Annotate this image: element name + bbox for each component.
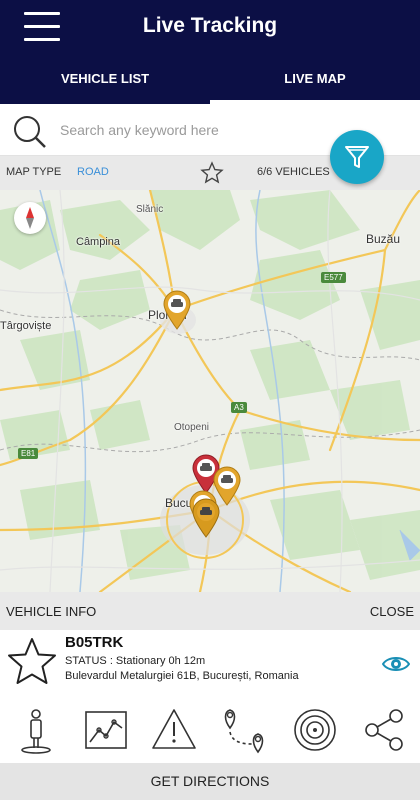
road-label: A3 — [231, 402, 247, 413]
live-map[interactable]: Slănic Câmpina Buzău Târgoviște Ploiești… — [0, 190, 420, 592]
geofence-icon[interactable] — [291, 706, 339, 754]
city-label: Câmpina — [76, 236, 121, 248]
page-title: Live Tracking — [142, 14, 278, 37]
tab-vehicle-list[interactable]: VEHICLE LIST — [0, 62, 210, 104]
vehicle-marker-ploiesti[interactable] — [162, 290, 192, 330]
road-label: E577 — [321, 272, 346, 283]
search-icon[interactable] — [12, 114, 48, 150]
filter-funnel-icon — [345, 146, 369, 168]
city-label: Buzău — [366, 232, 401, 246]
vehicle-marker-bucuresti-3[interactable] — [191, 498, 221, 538]
vehicles-count: 6/6 VEHICLES — [257, 166, 330, 178]
city-label: Târgoviște — [0, 320, 52, 332]
compass-icon[interactable] — [14, 202, 46, 234]
vehicle-actions — [0, 700, 420, 762]
map-type-label: MAP TYPE — [6, 166, 62, 178]
tab-live-map[interactable]: LIVE MAP — [210, 62, 420, 104]
alert-icon[interactable] — [150, 706, 198, 754]
get-directions-button[interactable]: GET DIRECTIONS — [0, 763, 420, 800]
share-icon[interactable] — [360, 706, 408, 754]
app-header: Live Tracking VEHICLE LIST LIVE MAP — [0, 0, 420, 104]
vehicle-name: B05TRK — [65, 634, 124, 651]
chart-icon[interactable] — [82, 706, 130, 754]
vehicle-address: Bulevardul Metalurgiei 61B, București, R… — [65, 670, 299, 682]
vehicle-info-label: VEHICLE INFO — [6, 604, 97, 619]
close-button[interactable]: CLOSE — [370, 604, 414, 619]
favorite-star-icon[interactable] — [6, 636, 58, 688]
filter-button[interactable] — [330, 130, 384, 184]
route-icon[interactable] — [220, 706, 268, 754]
eye-icon[interactable] — [382, 654, 410, 674]
vehicle-info-bar: VEHICLE INFO CLOSE — [0, 592, 420, 630]
road-label: E81 — [18, 448, 39, 459]
vehicle-card: B05TRK STATUS : Stationary 0h 12m Buleva… — [0, 630, 420, 696]
vehicle-status: STATUS : Stationary 0h 12m — [65, 655, 206, 667]
driver-icon[interactable] — [12, 706, 60, 754]
city-label: Slănic — [136, 204, 164, 215]
search-input[interactable] — [60, 116, 320, 144]
map-type-selector[interactable]: ROAD — [77, 166, 109, 178]
city-label: Otopeni — [174, 422, 210, 433]
favorites-star-icon[interactable] — [200, 161, 224, 185]
